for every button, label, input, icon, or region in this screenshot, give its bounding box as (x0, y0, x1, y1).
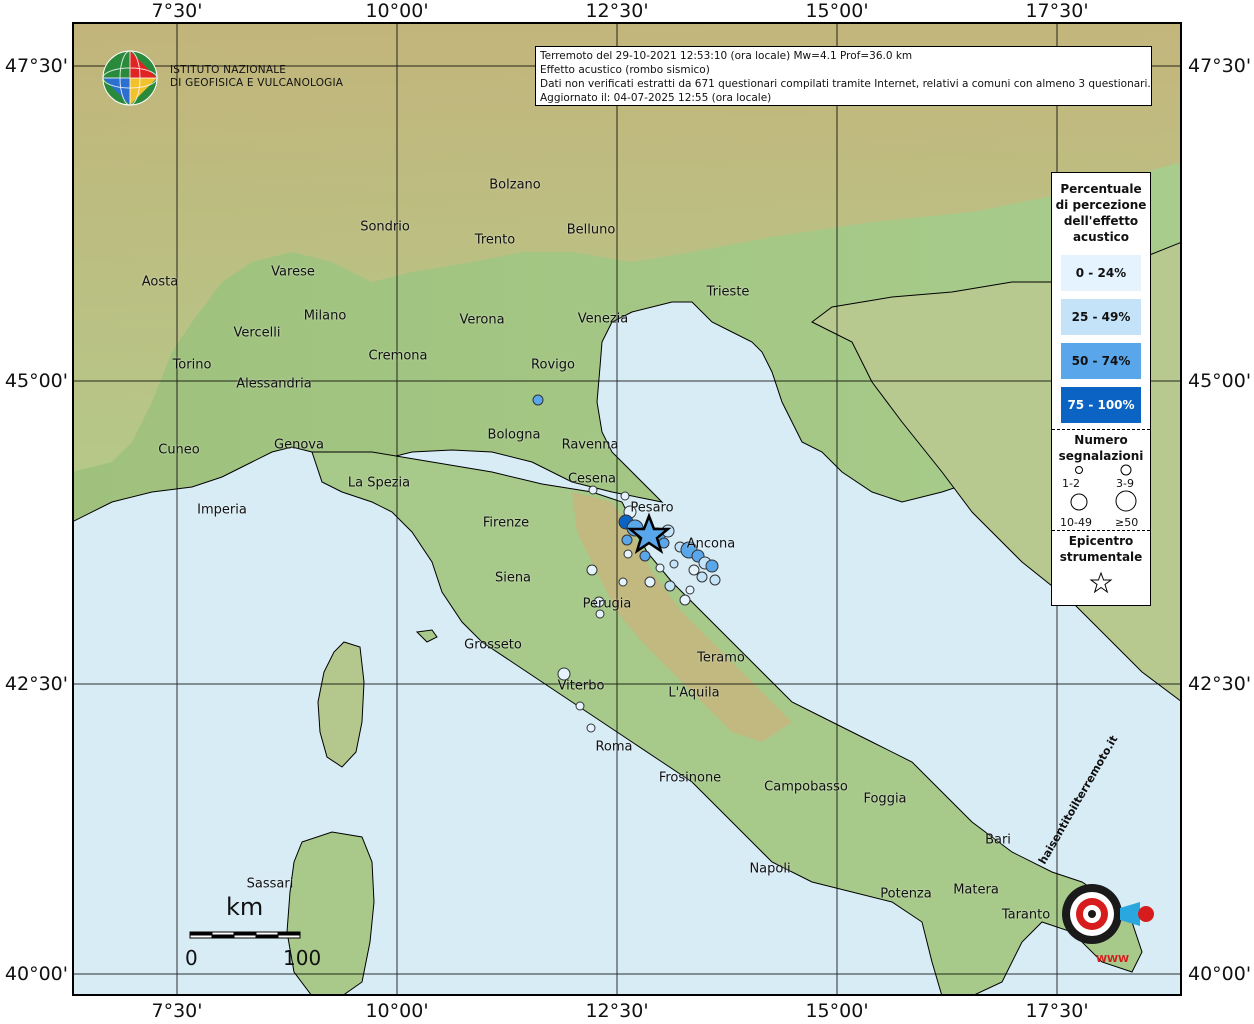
city-label-cremona: Cremona (368, 348, 428, 364)
legend-class-1: 0 - 24% (1061, 255, 1141, 291)
city-label-frosinone: Frosinone (658, 770, 722, 786)
lon-label-top-2: 10°00' (365, 0, 429, 22)
lat-label-right-2: 45°00' (1188, 370, 1252, 392)
legend-title-line4: acustico (1072, 230, 1130, 244)
ingv-logo-icon (102, 50, 158, 106)
legend-title-line3: dell'effetto (1063, 214, 1139, 228)
count-symbols: 1-2 3-9 10-49 ≥50 (1052, 464, 1150, 530)
sardinia (286, 831, 375, 996)
legend-class-3: 50 - 74% (1061, 343, 1141, 379)
city-label-campobasso: Campobasso (764, 779, 848, 795)
city-label-sassari: Sassari (246, 876, 294, 892)
legend-title-line1: Percentuale (1060, 182, 1142, 196)
legend-separator-1 (1052, 429, 1150, 430)
legend: Percentuale di percezione dell'effetto a… (1051, 172, 1151, 606)
legend-title: Percentuale di percezione dell'effetto a… (1052, 181, 1150, 245)
lon-label-bottom-1: 7°30' (151, 1000, 203, 1022)
watermark-www: WWW (1096, 954, 1130, 965)
city-label-rovigo: Rovigo (531, 357, 575, 373)
lat-label-left-4: 40°00' (4, 963, 68, 985)
scale-bar (189, 931, 301, 939)
lon-label-top-3: 12°30' (585, 0, 649, 22)
city-label-verona: Verona (459, 312, 505, 328)
ingv-name-line1: ISTITUTO NAZIONALE (170, 64, 287, 76)
lon-label-top-1: 7°30' (151, 0, 203, 22)
city-label-genova: Genova (274, 437, 324, 453)
city-label-cuneo: Cuneo (158, 442, 200, 458)
city-label-trento: Trento (474, 232, 516, 248)
legend-title-line2: di percezione (1055, 198, 1147, 212)
epicenter-title-line2: strumentale (1059, 550, 1143, 564)
city-label-sondrio: Sondrio (360, 219, 410, 235)
city-label-varese: Varese (271, 264, 315, 280)
updated-time: Aggiornato il: 04-07-2025 12:55 (ora loc… (540, 92, 772, 104)
count-title: Numero segnalazioni (1052, 432, 1150, 464)
city-label-milano: Milano (303, 308, 347, 324)
effect-type: Effetto acustico (rombo sismico) (540, 64, 710, 76)
legend-separator-2 (1052, 530, 1150, 531)
count-label-3-9: 3-9 (1116, 477, 1134, 490)
city-label-bari: Bari (985, 832, 1011, 848)
city-label-teramo: Teramo (697, 650, 745, 666)
city-label-perugia: Perugia (582, 596, 632, 612)
map-frame[interactable]: Bolzano Sondrio Trento Belluno Aosta Var… (72, 22, 1182, 996)
data-note: Dati non verificati estratti da 671 ques… (540, 78, 1151, 90)
count-title-line1: Numero (1074, 433, 1128, 447)
lon-label-bottom-5: 17°30' (1025, 1000, 1089, 1022)
event-title: Terremoto del 29-10-2021 12:53:10 (ora l… (540, 50, 913, 62)
watermark-logo: haisentitoilterremoto.it WWW (1036, 733, 1160, 973)
city-label-matera: Matera (953, 882, 999, 898)
lon-label-bottom-3: 12°30' (585, 1000, 649, 1022)
city-label-vercelli: Vercelli (233, 325, 281, 341)
lat-label-left-2: 45°00' (4, 370, 68, 392)
epicenter-title: Epicentro strumentale (1052, 533, 1150, 565)
lat-label-right-4: 40°00' (1188, 963, 1252, 985)
scale-unit-label: km (226, 893, 264, 921)
city-label-ancona: Ancona (686, 536, 736, 552)
lat-label-left-3: 42°30' (4, 673, 68, 695)
count-label-50: ≥50 (1115, 516, 1139, 529)
city-label-napoli: Napoli (749, 861, 791, 877)
city-label-grosseto: Grosseto (464, 637, 522, 653)
epicenter-title-line1: Epicentro (1068, 534, 1134, 548)
lon-label-bottom-2: 10°00' (365, 1000, 429, 1022)
count-title-line2: segnalazioni (1058, 449, 1144, 463)
event-info-box: Terremoto del 29-10-2021 12:53:10 (ora l… (535, 46, 1152, 106)
legend-class-4: 75 - 100% (1061, 387, 1141, 423)
scale-end-label: 100 (283, 946, 322, 970)
scale-start-label: 0 (185, 946, 198, 970)
city-label-imperia: Imperia (197, 502, 247, 518)
lon-label-bottom-4: 15°00' (805, 1000, 869, 1022)
city-label-torino: Torino (172, 357, 212, 373)
lon-label-top-5: 17°30' (1025, 0, 1089, 22)
epicenter-star-icon (1089, 571, 1113, 594)
city-label-venezia: Venezia (577, 311, 629, 327)
city-label-laquila: L'Aquila (668, 685, 720, 701)
city-label-belluno: Belluno (566, 222, 616, 238)
lon-label-top-4: 15°00' (805, 0, 869, 22)
city-label-potenza: Potenza (880, 886, 932, 902)
city-label-cesena: Cesena (567, 471, 617, 487)
city-label-alessandria: Alessandria (236, 376, 312, 392)
city-label-bologna: Bologna (487, 427, 541, 443)
city-label-viterbo: Viterbo (557, 678, 605, 694)
city-label-bolzano: Bolzano (489, 177, 541, 193)
lat-label-left-1: 47°30' (4, 55, 68, 77)
city-label-trieste: Trieste (706, 284, 750, 300)
city-label-foggia: Foggia (863, 791, 907, 807)
city-label-aosta: Aosta (141, 274, 179, 290)
count-label-10-49: 10-49 (1060, 516, 1092, 529)
ingv-name-line2: DI GEOFISICA E VULCANOLOGIA (170, 77, 344, 89)
city-label-roma: Roma (595, 739, 633, 755)
city-label-siena: Siena (494, 570, 532, 586)
lat-label-right-1: 47°30' (1188, 55, 1252, 77)
city-label-pesaro: Pesaro (630, 500, 674, 516)
city-label-la-spezia: La Spezia (347, 475, 411, 491)
ingv-logo-text: ISTITUTO NAZIONALE DI GEOFISICA E VULCAN… (170, 64, 343, 90)
city-label-firenze: Firenze (482, 515, 530, 531)
count-label-1-2: 1-2 (1062, 477, 1080, 490)
city-label-ravenna: Ravenna (561, 437, 619, 453)
lat-label-right-3: 42°30' (1188, 673, 1252, 695)
legend-class-2: 25 - 49% (1061, 299, 1141, 335)
